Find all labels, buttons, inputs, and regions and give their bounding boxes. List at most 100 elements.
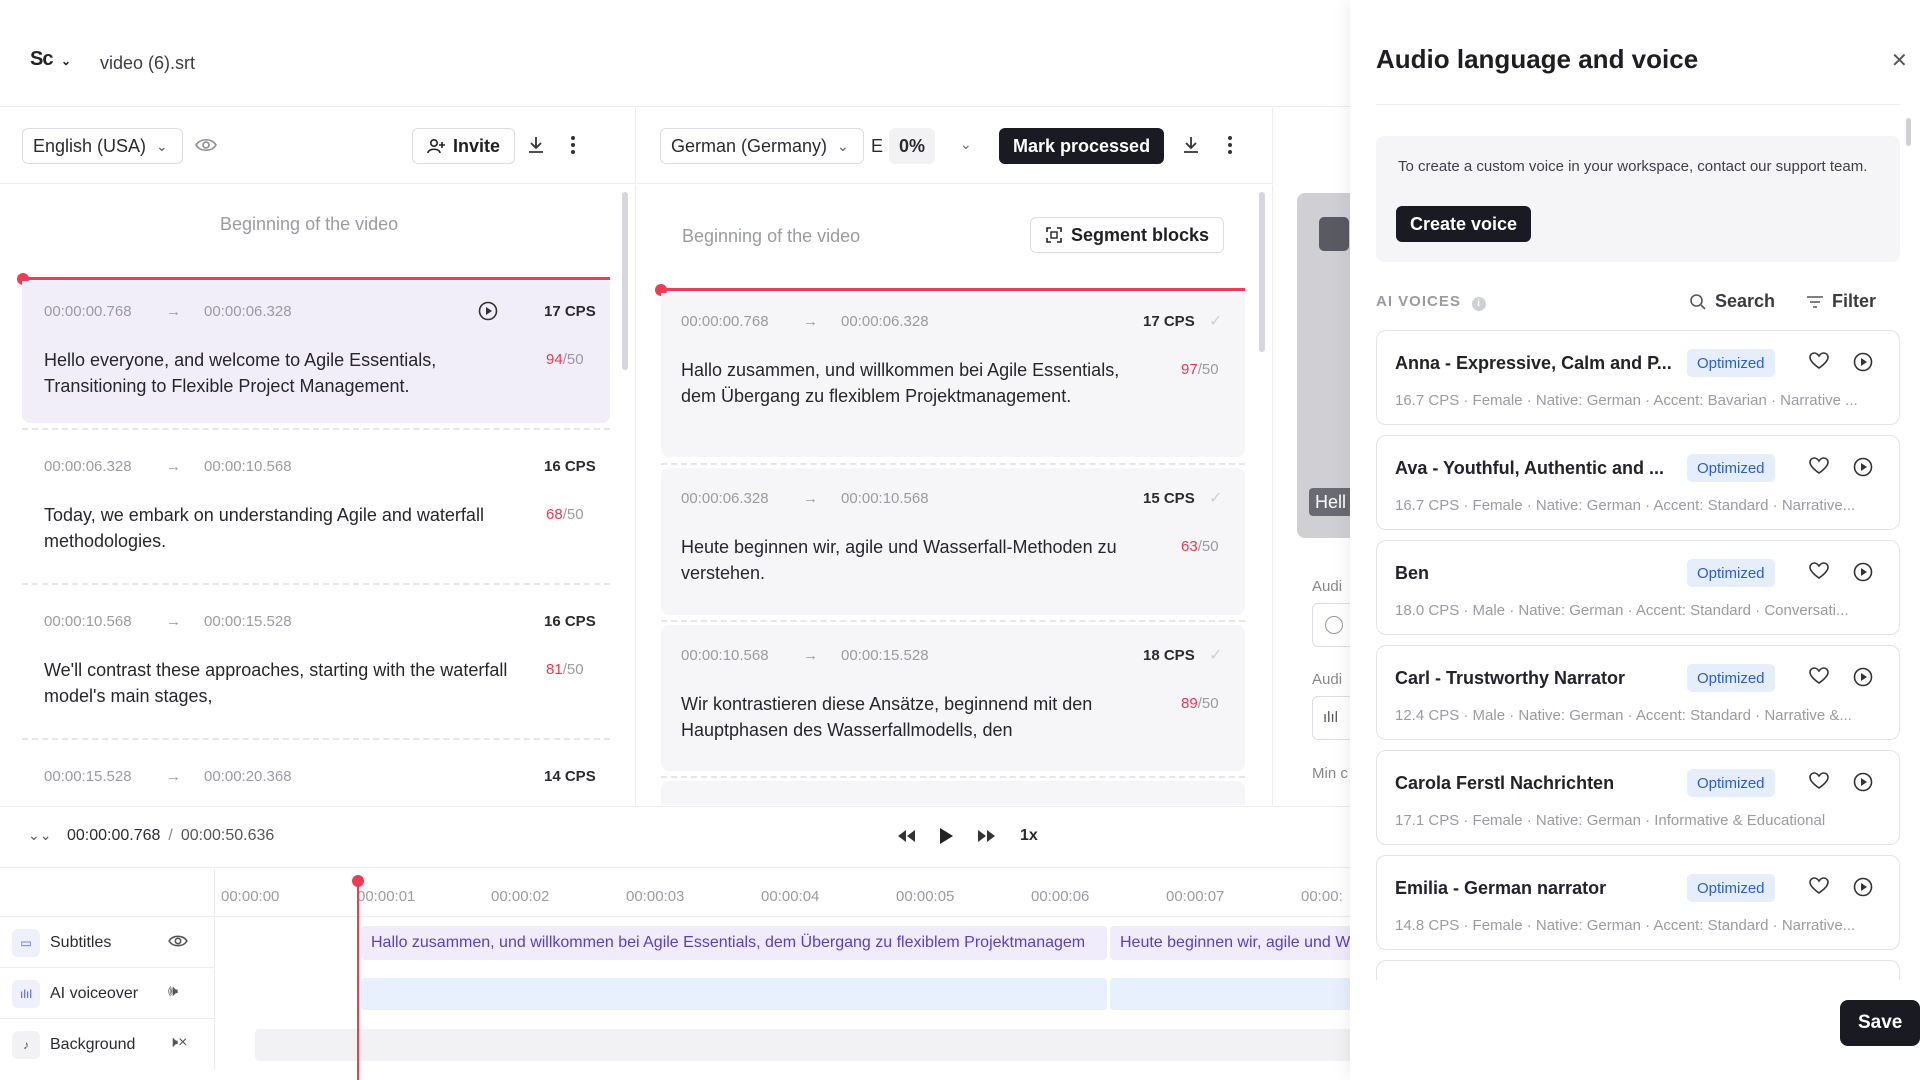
voice-card[interactable]: Carola Ferstl Nachrichten Optimized 17.1 C… <box>1376 750 1900 845</box>
segment-start-time: 00:00:06.328 <box>44 458 132 475</box>
voice-card[interactable] <box>1376 960 1900 980</box>
check-icon[interactable]: ✓ <box>1209 488 1222 508</box>
speaker-muted-icon[interactable]: 🕨× <box>168 1034 187 1052</box>
fast-forward-icon[interactable] <box>976 828 998 844</box>
heart-icon[interactable] <box>1809 667 1829 685</box>
segment-text[interactable]: Wir kontrastieren diese Ansätze, beginne… <box>681 691 1151 743</box>
play-icon[interactable] <box>938 827 954 845</box>
arrow-right-icon: → <box>803 313 818 330</box>
check-icon[interactable]: ✓ <box>1209 311 1222 331</box>
play-circle-icon[interactable] <box>1853 457 1873 477</box>
play-circle-icon[interactable] <box>1853 667 1873 687</box>
play-circle-icon[interactable] <box>1853 877 1873 897</box>
playhead-line <box>661 288 1245 291</box>
subtitle-clip[interactable]: Heute beginnen wir, agile und W <box>1110 926 1350 960</box>
scrollbar[interactable] <box>622 192 628 370</box>
segment-text[interactable]: Heute beginnen wir, agile und Wasserfall… <box>681 534 1151 586</box>
save-button[interactable]: Save <box>1840 1000 1920 1046</box>
voice-card[interactable]: Ben Optimized 18.0 CPS · Male · Native: Ge… <box>1376 540 1900 635</box>
heart-icon[interactable] <box>1809 877 1829 895</box>
chevron-down-icon: ⌄ <box>837 137 849 154</box>
heart-icon[interactable] <box>1809 352 1829 370</box>
optimized-badge: Optimized <box>1687 664 1775 692</box>
segment-text[interactable]: We'll contrast these approaches, startin… <box>44 657 514 709</box>
eye-icon[interactable] <box>168 933 188 949</box>
timeline-ruler[interactable]: 00:00:00 00:00:01 00:00:02 00:00:03 00:0… <box>215 869 1350 917</box>
app-logo[interactable]: Sc ⌄ <box>30 48 71 71</box>
timeline-tick: 00:00:07 <box>1166 888 1225 905</box>
voice-card[interactable]: Emilia - German narrator Optimized 14.8 CP… <box>1376 855 1900 950</box>
time-display: 00:00:00.768 / 00:00:50.636 <box>67 827 274 845</box>
info-icon[interactable]: i <box>1472 297 1487 311</box>
subtitle-segment[interactable]: 00:00:15.528 → 00:00:20.368 14 CPS <box>22 746 610 804</box>
voice-drawer: Audio language and voice ✕ To create a c… <box>1350 0 1920 1080</box>
char-count-value: 68 <box>546 506 563 523</box>
scrollbar[interactable] <box>1906 118 1911 146</box>
close-icon[interactable]: ✕ <box>1891 48 1908 73</box>
rewind-icon[interactable] <box>895 828 917 844</box>
scrollbar[interactable] <box>1259 192 1265 352</box>
voice-name: Carl - Trustworthy Narrator <box>1395 668 1626 688</box>
play-circle-icon[interactable] <box>1853 772 1873 792</box>
speed-selector[interactable]: 1x <box>1020 827 1038 845</box>
collapse-icon[interactable]: ⌄⌄ <box>28 827 51 844</box>
voice-card[interactable]: Ava - Youthful, Authentic and ... Optimiz… <box>1376 435 1900 530</box>
track-ai-voiceover[interactable]: ılıl AI voiceover 🕪 <box>0 969 215 1019</box>
translated-segment[interactable]: 00:00:10.568 → 00:00:15.528 18 CPS ✓ Wir… <box>661 625 1245 771</box>
heart-icon[interactable] <box>1809 562 1829 580</box>
timeline-tick: 00:00:02 <box>491 888 550 905</box>
mark-processed-label: Mark processed <box>1013 135 1151 156</box>
subtitle-segment[interactable]: 00:00:06.328 → 00:00:10.568 16 CPS Today… <box>22 436 610 578</box>
voice-name: Ava - Youthful, Authentic and ... <box>1395 458 1664 478</box>
voice-card[interactable]: Anna - Expressive, Calm and P... Optimize… <box>1376 330 1900 425</box>
source-language-select[interactable]: English (USA) ⌄ <box>22 128 183 164</box>
target-language-select[interactable]: German (Germany) ⌄ <box>660 128 864 164</box>
create-voice-button[interactable]: Create voice <box>1396 206 1532 242</box>
track-background[interactable]: ♪ Background 🕨× <box>0 1020 215 1070</box>
more-vertical-icon[interactable] <box>1227 135 1233 155</box>
translated-segment[interactable]: 00:00:00.768 → 00:00:06.328 17 CPS ✓ Hal… <box>661 293 1245 457</box>
optimized-badge: Optimized <box>1687 454 1775 482</box>
invite-button[interactable]: Invite <box>412 128 516 164</box>
play-circle-icon[interactable] <box>478 301 498 321</box>
mark-processed-button[interactable]: Mark processed <box>999 128 1165 164</box>
timeline-tick: 00:00:05 <box>896 888 955 905</box>
audio-select[interactable] <box>1312 603 1350 647</box>
segment-divider <box>661 776 1245 778</box>
eye-icon[interactable] <box>195 136 217 154</box>
play-circle-icon[interactable] <box>1853 352 1873 372</box>
audio-voice-select[interactable]: ılıl <box>1312 696 1350 740</box>
subtitle-segment[interactable]: 00:00:10.568 → 00:00:15.528 16 CPS We'll… <box>22 591 610 733</box>
check-icon[interactable]: ✓ <box>1209 645 1222 665</box>
speaker-icon[interactable]: 🕪 <box>168 983 178 1001</box>
heart-icon[interactable] <box>1809 457 1829 475</box>
voice-card[interactable]: Carl - Trustworthy Narrator Optimized 12.4… <box>1376 645 1900 740</box>
source-panel-header: English (USA) ⌄ Invite <box>0 108 636 184</box>
segment-text[interactable]: Hallo zusammen, und willkommen bei Agile… <box>681 357 1151 409</box>
segment-blocks-button[interactable]: Segment blocks <box>1030 217 1225 253</box>
filter-button[interactable]: Filter <box>1806 291 1876 312</box>
segment-text[interactable]: Hello everyone, and welcome to Agile Ess… <box>44 347 514 399</box>
more-vertical-icon[interactable] <box>570 135 576 155</box>
voiceover-clip[interactable] <box>1110 978 1350 1010</box>
chevron-down-icon[interactable]: ⌄ <box>960 136 972 153</box>
video-preview[interactable]: Hell <box>1297 193 1357 538</box>
audio-label: Audi <box>1312 671 1343 688</box>
search-button[interactable]: Search <box>1689 291 1775 312</box>
captions-icon[interactable] <box>1319 217 1349 251</box>
subtitle-segment[interactable]: 00:00:00.768 → 00:00:06.328 17 CPS Hello… <box>22 281 610 423</box>
search-icon <box>1689 293 1707 311</box>
segment-text[interactable]: Today, we embark on understanding Agile … <box>44 502 514 554</box>
subtitle-clip[interactable]: Hallo zusammen, und willkommen bei Agile… <box>361 926 1107 960</box>
voiceover-clip[interactable] <box>361 978 1107 1010</box>
download-icon[interactable] <box>527 135 545 155</box>
track-subtitles[interactable]: ▭ Subtitles <box>0 918 215 968</box>
play-circle-icon[interactable] <box>1853 562 1873 582</box>
source-language-label: English (USA) <box>33 135 147 156</box>
background-audio-clip[interactable] <box>255 1029 1350 1061</box>
translated-segment[interactable]: 00:00:06.328 → 00:00:10.568 15 CPS ✓ Heu… <box>661 468 1245 615</box>
heart-icon[interactable] <box>1809 772 1829 790</box>
captions-icon: ▭ <box>12 928 40 957</box>
translated-segment[interactable] <box>661 781 1245 805</box>
download-icon[interactable] <box>1182 135 1200 155</box>
